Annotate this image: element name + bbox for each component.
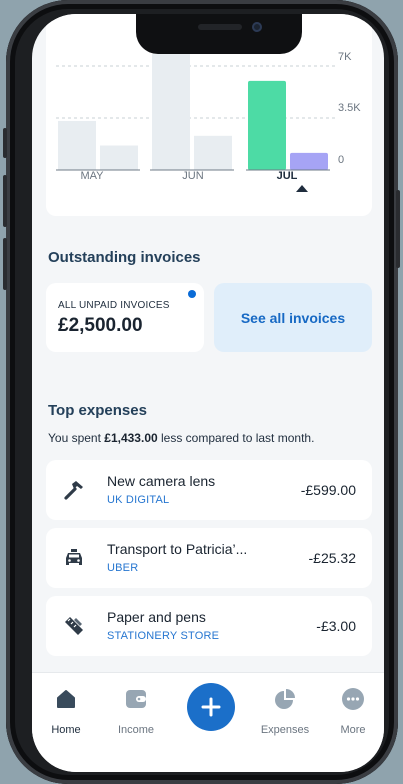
tab-more-label: More [340,724,366,736]
tab-home-label: Home [51,724,81,736]
pie-chart-icon [275,689,295,709]
selected-month-caret-icon [296,185,308,192]
expense-vendor: STATIONERY STORE [107,630,220,642]
notch [136,14,302,54]
taxi-icon [66,549,82,565]
add-button[interactable] [187,683,235,731]
plus-icon [201,697,221,717]
expense-row[interactable]: New camera lens UK DIGITAL -£599.00 [46,460,372,520]
expense-amount: -£599.00 [300,482,356,498]
y-tick-0: 0 [338,154,345,166]
tab-expenses-label: Expenses [260,724,310,736]
expense-name: Paper and pens [107,609,206,625]
unpaid-invoices-amount: £2,500.00 [58,315,143,336]
top-expenses-title: Top expenses [48,402,147,419]
expense-vendor: UBER [107,562,139,574]
month-label-jul[interactable]: JUL [257,170,317,182]
bar-may-expense[interactable] [100,145,138,170]
bar-jun-expense[interactable] [194,135,232,170]
spent-prefix: You spent [48,431,105,445]
tab-income-label: Income [117,724,155,736]
ruler-pencil-icon [65,617,83,635]
speaker [198,24,242,30]
spent-summary: You spent £1,433.00 less compared to las… [48,431,314,445]
month-label-may[interactable]: MAY [62,170,122,182]
more-icon [342,688,364,710]
power-button [396,190,400,268]
expense-row[interactable]: Transport to Patricia’... UBER -£25.32 [46,528,372,588]
unpaid-invoices-card[interactable]: ALL UNPAID INVOICES £2,500.00 [46,283,204,352]
tab-expenses[interactable]: Expenses [257,687,313,736]
spent-suffix: less compared to last month. [157,431,315,445]
bottom-tab-bar: Home Income Expenses More [32,672,384,772]
expense-name: Transport to Patricia’... [107,541,248,557]
expense-row[interactable]: Paper and pens STATIONERY STORE -£3.00 [46,596,372,656]
expense-vendor: UK DIGITAL [107,494,170,506]
month-label-jun[interactable]: JUN [163,170,223,182]
volume-up-button [3,175,7,227]
notification-dot [188,290,196,298]
mute-switch [3,128,7,158]
bar-jul-expense[interactable] [290,152,328,170]
tab-home[interactable]: Home [38,687,94,736]
bar-jun-income[interactable] [152,54,190,170]
hammer-icon [64,481,83,500]
front-camera [252,22,262,32]
expense-amount: -£3.00 [316,618,356,634]
bar-may-income[interactable] [58,120,96,170]
bar-jul-income[interactable] [248,80,286,170]
expense-name: New camera lens [107,473,216,489]
app-screen: 7K 3.5K 0 MAY JUN JUL Outstanding invoic… [32,14,384,772]
tab-income[interactable]: Income [108,687,164,736]
outstanding-invoices-title: Outstanding invoices [48,249,201,266]
tab-more[interactable]: More [325,687,381,736]
y-tick-7k: 7K [338,51,352,63]
expense-amount: -£25.32 [308,550,356,566]
y-tick-3-5k: 3.5K [338,102,361,114]
see-all-invoices-button[interactable]: See all invoices [214,283,372,352]
home-icon [57,690,75,708]
wallet-icon [126,690,146,708]
spent-amount: £1,433.00 [104,431,158,445]
unpaid-invoices-label: ALL UNPAID INVOICES [58,300,170,311]
volume-down-button [3,238,7,290]
